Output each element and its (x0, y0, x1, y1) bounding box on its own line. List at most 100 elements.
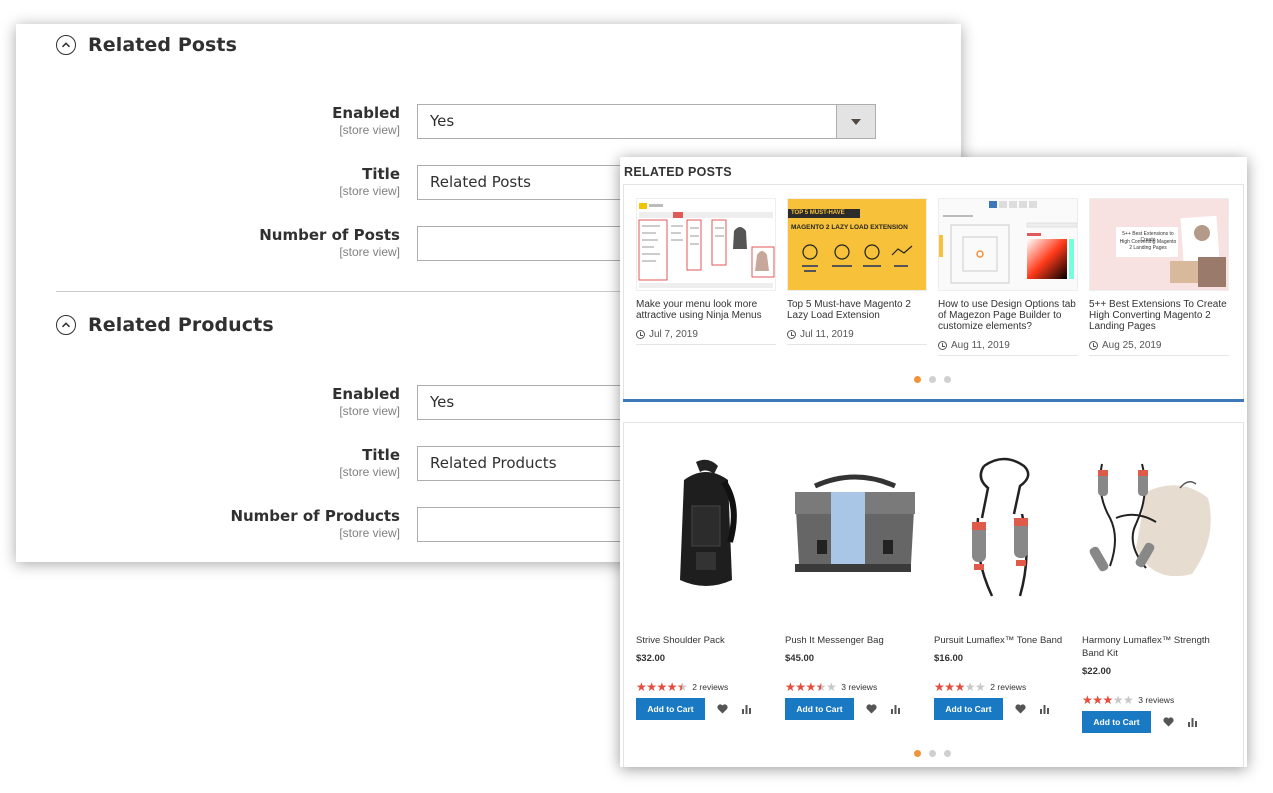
product-actions: Add to Cart (636, 698, 776, 720)
field-scope: [store view] (339, 245, 400, 259)
thumbnail-text-line: MAGENTO 2 LAZY LOAD EXTENSION (791, 224, 908, 231)
field-scope: [store view] (339, 526, 400, 540)
storefront-preview: RELATED POSTS Make your menu look more a… (620, 157, 1247, 767)
product-actions: Add to Cart (785, 698, 925, 720)
field-scope: [store view] (339, 465, 400, 479)
clock-icon (938, 341, 947, 350)
product-card[interactable]: Pursuit Lumaflex™ Tone Band $16.00 ★★★★★… (934, 452, 1074, 720)
carousel-dot[interactable] (914, 750, 921, 757)
star-rating-fill: ★★★★★ (636, 681, 682, 693)
post-card[interactable]: 5++ Best Extensions to Create High Conve… (1089, 198, 1229, 356)
post-title[interactable]: How to use Design Options tab of Magezon… (938, 299, 1078, 332)
carousel-dot[interactable] (944, 750, 951, 757)
add-to-cart-button[interactable]: Add to Cart (785, 698, 854, 720)
field-label: Title (362, 446, 400, 464)
product-image[interactable] (785, 452, 925, 602)
heart-icon[interactable] (715, 702, 729, 716)
post-title[interactable]: 5++ Best Extensions To Create High Conve… (1089, 299, 1229, 332)
product-name[interactable]: Harmony Lumaflex™ Strength Band Kit (1082, 634, 1222, 660)
add-to-cart-button[interactable]: Add to Cart (1082, 711, 1151, 733)
star-rating-fill: ★★★★★ (1082, 694, 1113, 706)
product-rating: ★★★★★★★★★★ 3 reviews (785, 681, 925, 693)
thumbnail-text-line: TOP 5 MUST-HAVE (791, 210, 845, 216)
product-image[interactable] (934, 452, 1074, 602)
compare-icon[interactable] (1037, 702, 1051, 716)
product-image[interactable] (1082, 452, 1222, 602)
carousel-dot[interactable] (944, 376, 951, 383)
posts-enabled-row: Enabled [store view] Yes (16, 104, 961, 140)
field-scope: [store view] (339, 404, 400, 418)
carousel-dot[interactable] (929, 376, 936, 383)
section-divider (623, 399, 1244, 402)
reviews-link[interactable]: 2 reviews (692, 682, 728, 692)
product-price: $22.00 (1082, 666, 1112, 677)
posts-enabled-select[interactable]: Yes (417, 104, 876, 139)
product-name[interactable]: Push It Messenger Bag (785, 634, 925, 647)
posts-carousel-dots (914, 376, 951, 383)
post-card[interactable]: TOP 5 MUST-HAVE MAGENTO 2 LAZY LOAD EXTE… (787, 198, 927, 345)
product-rating: ★★★★★★★★★★ 2 reviews (934, 681, 1074, 693)
clock-icon (1089, 341, 1098, 350)
product-rating: ★★★★★★★★★★ 2 reviews (636, 681, 776, 693)
related-posts-heading: RELATED POSTS (624, 165, 732, 179)
compare-icon[interactable] (888, 702, 902, 716)
product-actions: Add to Cart (1082, 711, 1222, 733)
field-label: Title (362, 165, 400, 183)
product-card[interactable]: Push It Messenger Bag $45.00 ★★★★★★★★★★ … (785, 452, 925, 720)
collapse-icon[interactable] (56, 35, 76, 55)
field-label: Number of Posts (259, 226, 400, 244)
add-to-cart-button[interactable]: Add to Cart (636, 698, 705, 720)
product-name[interactable]: Strive Shoulder Pack (636, 634, 776, 647)
field-label: Enabled (332, 104, 400, 122)
star-rating: ★★★★★★★★★★ (934, 680, 986, 694)
heart-icon[interactable] (1161, 715, 1175, 729)
reviews-link[interactable]: 3 reviews (1138, 695, 1174, 705)
compare-icon[interactable] (1185, 715, 1199, 729)
star-rating: ★★★★★★★★★★ (785, 680, 837, 694)
post-date: Jul 7, 2019 (636, 329, 776, 345)
post-title[interactable]: Top 5 Must-have Magento 2 Lazy Load Exte… (787, 299, 927, 321)
reviews-link[interactable]: 2 reviews (990, 682, 1026, 692)
compare-icon[interactable] (739, 702, 753, 716)
heart-icon[interactable] (864, 702, 878, 716)
product-price: $32.00 (636, 653, 666, 664)
star-rating: ★★★★★★★★★★ (636, 680, 688, 694)
post-date-text: Aug 25, 2019 (1102, 340, 1162, 351)
field-scope: [store view] (339, 123, 400, 137)
post-card[interactable]: Make your menu look more attractive usin… (636, 198, 776, 345)
product-actions: Add to Cart (934, 698, 1074, 720)
heart-icon[interactable] (1013, 702, 1027, 716)
post-date-text: Jul 11, 2019 (800, 329, 854, 340)
carousel-dot[interactable] (914, 376, 921, 383)
field-label: Enabled (332, 385, 400, 403)
products-carousel-dots (914, 750, 951, 757)
post-date: Aug 11, 2019 (938, 340, 1078, 356)
post-thumbnail[interactable]: 5++ Best Extensions to Create High Conve… (1089, 198, 1229, 291)
clock-icon (787, 330, 796, 339)
post-thumbnail[interactable] (938, 198, 1078, 291)
post-thumbnail[interactable] (636, 198, 776, 291)
post-date: Jul 11, 2019 (787, 329, 927, 345)
related-posts-section-header[interactable]: Related Posts (56, 34, 237, 56)
star-rating-fill: ★★★★★ (785, 681, 821, 693)
chevron-down-icon[interactable] (836, 105, 875, 138)
reviews-link[interactable]: 3 reviews (841, 682, 877, 692)
add-to-cart-button[interactable]: Add to Cart (934, 698, 1003, 720)
related-products-section-header[interactable]: Related Products (56, 314, 274, 336)
product-name[interactable]: Pursuit Lumaflex™ Tone Band (934, 634, 1074, 647)
post-thumbnail[interactable]: TOP 5 MUST-HAVE MAGENTO 2 LAZY LOAD EXTE… (787, 198, 927, 291)
field-scope: [store view] (339, 184, 400, 198)
collapse-icon[interactable] (56, 315, 76, 335)
post-card[interactable]: How to use Design Options tab of Magezon… (938, 198, 1078, 356)
select-value: Yes (430, 112, 455, 130)
post-title[interactable]: Make your menu look more attractive usin… (636, 299, 776, 321)
post-date-text: Aug 11, 2019 (951, 340, 1010, 351)
product-price: $16.00 (934, 653, 964, 664)
product-card[interactable]: Strive Shoulder Pack $32.00 ★★★★★★★★★★ 2… (636, 452, 776, 720)
product-image[interactable] (636, 452, 776, 602)
product-card[interactable]: Harmony Lumaflex™ Strength Band Kit $22.… (1082, 452, 1222, 733)
post-date: Aug 25, 2019 (1089, 340, 1229, 356)
field-label: Number of Products (230, 507, 400, 525)
carousel-dot[interactable] (929, 750, 936, 757)
section-title: Related Posts (88, 34, 238, 56)
